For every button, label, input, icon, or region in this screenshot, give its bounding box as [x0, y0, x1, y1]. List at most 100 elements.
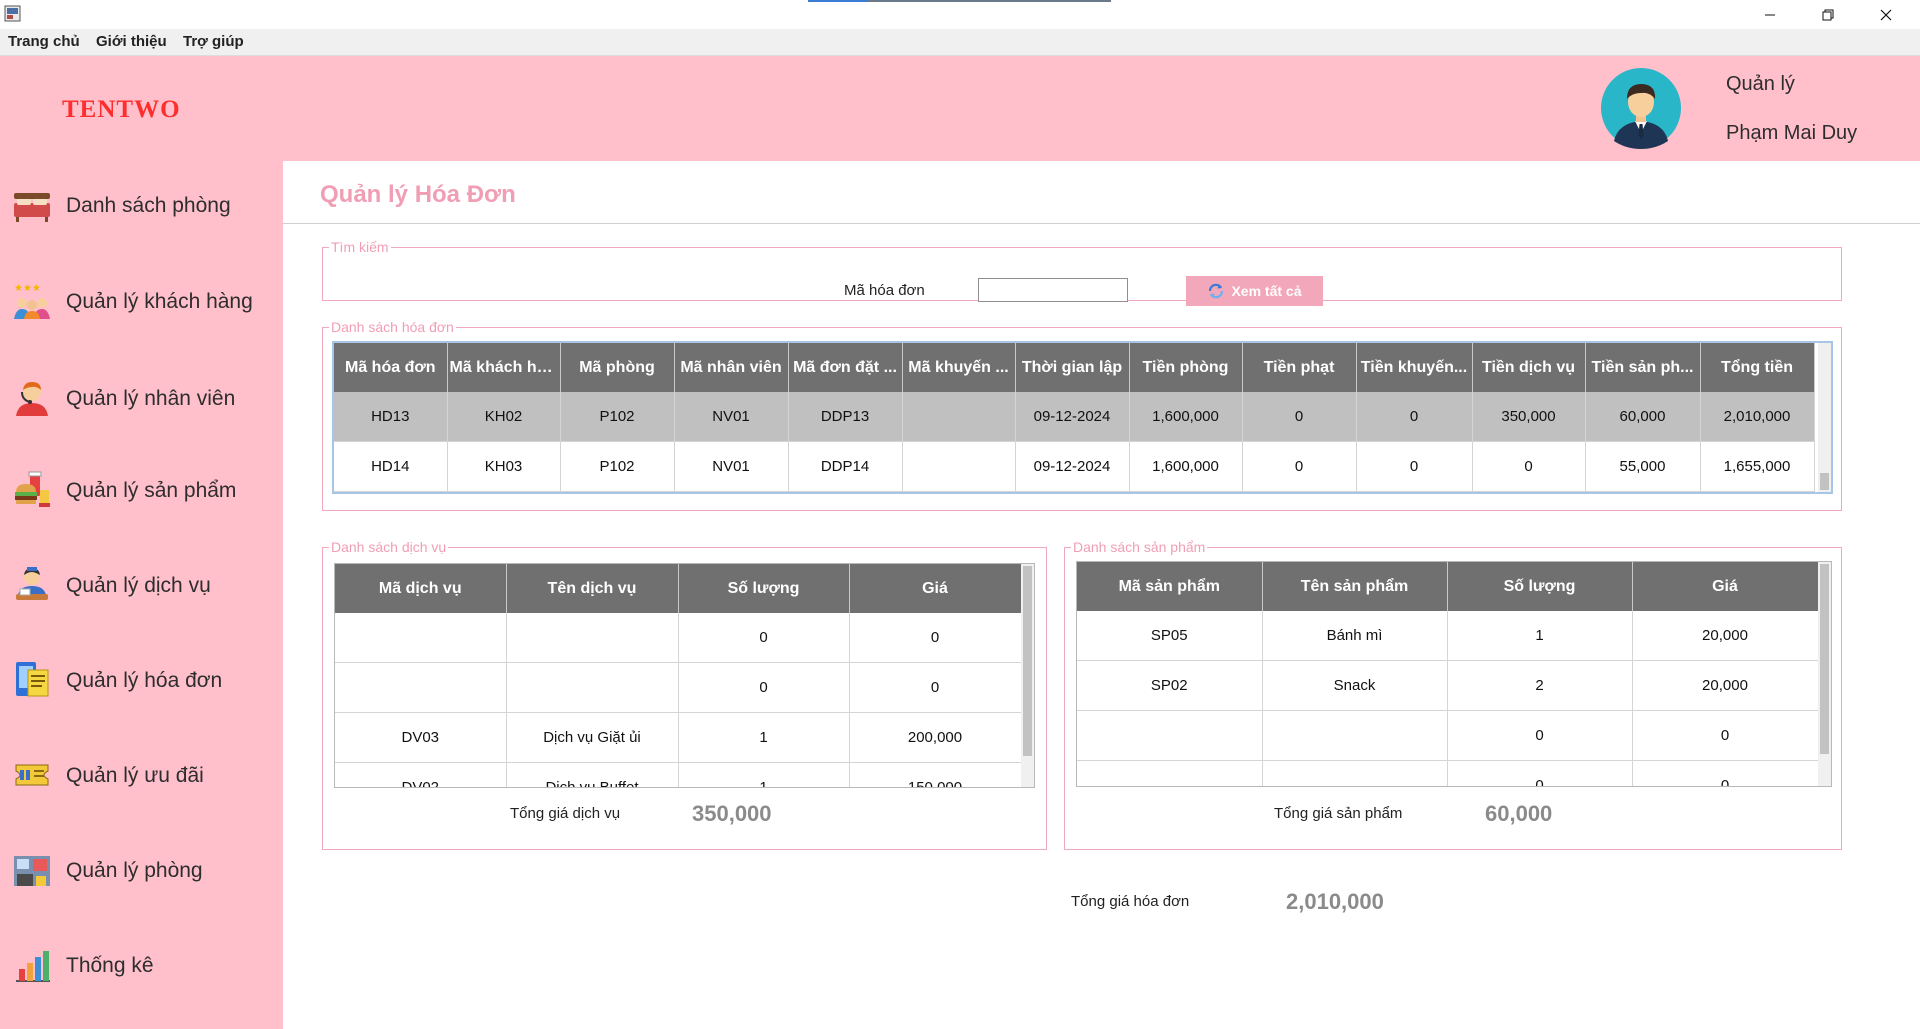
menu-bar: Trang chủ Giới thiệu Trợ giúp [0, 29, 1920, 56]
table-cell: Dịch vụ Giặt ủi [506, 712, 679, 763]
table-cell: 1,600,000 [1129, 441, 1243, 492]
menu-about[interactable]: Giới thiệu [96, 33, 167, 50]
column-header[interactable]: Tên sản phẩm [1262, 562, 1448, 611]
column-header[interactable]: Thời gian lập [1015, 343, 1130, 392]
table-cell: 0 [1447, 710, 1633, 761]
restore-icon [1822, 9, 1834, 20]
menu-help[interactable]: Trợ giúp [183, 33, 244, 50]
table-cell [335, 662, 507, 713]
sidebar-item-label: Quản lý phòng [66, 859, 203, 882]
table-cell: HD14 [334, 441, 448, 492]
table-cell: 0 [1632, 710, 1819, 761]
invoice-table-scrollbar[interactable] [1818, 343, 1831, 492]
sidebar-item-label: Quản lý nhân viên [66, 387, 236, 410]
sidebar-item-services[interactable]: Quản lý dịch vụ [0, 555, 283, 615]
app-logo: TENTWO [62, 96, 181, 123]
sidebar-item-invoices[interactable]: Quản lý hóa đơn [0, 650, 283, 710]
product-table-scrollbar[interactable] [1818, 562, 1831, 786]
table-row[interactable]: DV02 Dịch vụ Buffet 1 150,000 [335, 762, 1022, 787]
table-cell: P102 [560, 392, 675, 442]
table-cell: Snack [1262, 660, 1448, 711]
table-cell [902, 392, 1016, 442]
menu-home[interactable]: Trang chủ [8, 33, 80, 50]
column-header[interactable]: Tiền phạt [1242, 343, 1357, 392]
close-button[interactable] [1857, 0, 1915, 29]
table-cell: 0 [1472, 441, 1586, 492]
table-row[interactable]: SP05 Bánh mì 1 20,000 [1077, 611, 1819, 661]
table-cell [506, 662, 679, 713]
table-cell: KH02 [447, 392, 561, 442]
column-header[interactable]: Mã dịch vụ [335, 564, 507, 613]
sidebar-item-customers[interactable]: ★★★ Quản lý khách hàng [0, 271, 283, 331]
service-icon [16, 567, 48, 600]
page-title: Quản lý Hóa Đơn [320, 181, 516, 208]
view-all-button[interactable]: Xem tất cả [1186, 276, 1323, 306]
sidebar-item-room-list[interactable]: Danh sách phòng [0, 175, 283, 235]
service-table-scrollbar[interactable] [1021, 564, 1034, 787]
table-row[interactable]: HD13 KH02 P102 NV01 DDP13 09-12-2024 1,6… [334, 392, 1815, 442]
product-table: Mã sản phẩm Tên sản phẩm Số lượng Giá SP… [1077, 562, 1819, 786]
table-header-row: Mã sản phẩm Tên sản phẩm Số lượng Giá [1077, 562, 1819, 611]
column-header[interactable]: Số lượng [1447, 562, 1633, 611]
invoice-id-input[interactable] [978, 278, 1128, 302]
table-cell [1262, 710, 1448, 761]
table-row[interactable]: HD14 KH03 P102 NV01 DDP14 09-12-2024 1,6… [334, 441, 1815, 492]
column-header[interactable]: Mã khuyến ... [902, 343, 1016, 392]
scroll-thumb[interactable] [1820, 564, 1829, 754]
sidebar-item-staff[interactable]: Quản lý nhân viên [0, 368, 283, 428]
column-header[interactable]: Giá [849, 564, 1022, 613]
table-cell: 0 [849, 662, 1022, 713]
sidebar-item-promotions[interactable]: Quản lý ưu đãi [0, 745, 283, 805]
column-header[interactable]: Giá [1632, 562, 1819, 611]
scroll-thumb[interactable] [1820, 473, 1829, 490]
table-cell [1262, 760, 1448, 786]
table-cell: 20,000 [1632, 660, 1819, 711]
column-header[interactable]: Tiền dịch vụ [1472, 343, 1586, 392]
invoice-list-panel: Danh sách hóa đơn Mã hóa đơn Mã khách hà… [322, 319, 1842, 511]
sidebar-item-label: Quản lý khách hàng [66, 290, 253, 313]
service-total-label: Tổng giá dịch vụ [510, 805, 621, 822]
sidebar-item-products[interactable]: Quản lý sản phẩm [0, 460, 283, 520]
column-header[interactable]: Số lượng [678, 564, 850, 613]
table-cell: NV01 [674, 441, 789, 492]
column-header[interactable]: Tiền khuyến... [1356, 343, 1473, 392]
column-header[interactable]: Mã khách hà... [447, 343, 561, 392]
table-cell: P102 [560, 441, 675, 492]
sidebar-item-label: Danh sách phòng [66, 194, 231, 217]
restore-button[interactable] [1799, 0, 1857, 29]
column-header[interactable]: Mã hóa đơn [334, 343, 448, 392]
scroll-thumb[interactable] [1023, 566, 1032, 756]
table-cell: 0 [1632, 760, 1819, 786]
room-icon [14, 856, 50, 886]
divider [283, 223, 1920, 224]
column-header[interactable]: Tiền phòng [1129, 343, 1243, 392]
column-header[interactable]: Tiền sản ph... [1585, 343, 1701, 392]
table-row[interactable]: SP02 Snack 2 20,000 [1077, 660, 1819, 711]
table-row[interactable]: 0 0 [335, 662, 1022, 713]
table-cell: 1,600,000 [1129, 392, 1243, 442]
user-role: Quản lý [1726, 73, 1795, 95]
product-list-legend: Danh sách sản phẩm [1073, 539, 1206, 555]
minimize-icon [1765, 14, 1775, 15]
column-header[interactable]: Tên dịch vụ [506, 564, 679, 613]
sidebar-item-rooms[interactable]: Quản lý phòng [0, 840, 283, 900]
column-header[interactable]: Mã phòng [560, 343, 675, 392]
service-total-value: 350,000 [692, 801, 772, 826]
sidebar-item-statistics[interactable]: Thống kê [0, 935, 283, 995]
table-row[interactable]: 0 0 [1077, 710, 1819, 761]
table-row[interactable]: 0 0 [1077, 760, 1819, 786]
column-header[interactable]: Mã đơn đặt ... [788, 343, 903, 392]
table-row[interactable]: DV03 Dịch vụ Giặt ủi 1 200,000 [335, 712, 1022, 763]
table-cell: KH03 [447, 441, 561, 492]
table-cell: 1 [1447, 611, 1633, 661]
product-total-label: Tổng giá sản phẩm [1274, 805, 1403, 822]
column-header[interactable]: Mã nhân viên [674, 343, 789, 392]
sidebar: Danh sách phòng ★★★ Quản lý khách hàng Q… [0, 161, 283, 1029]
minimize-button[interactable] [1741, 0, 1799, 29]
column-header[interactable]: Mã sản phẩm [1077, 562, 1263, 611]
service-list-legend: Danh sách dịch vụ [331, 539, 447, 555]
product-table-container: Mã sản phẩm Tên sản phẩm Số lượng Giá SP… [1076, 561, 1832, 787]
table-row[interactable]: 0 0 [335, 613, 1022, 663]
column-header[interactable]: Tổng tiền [1700, 343, 1815, 392]
table-cell: 2,010,000 [1700, 392, 1815, 442]
